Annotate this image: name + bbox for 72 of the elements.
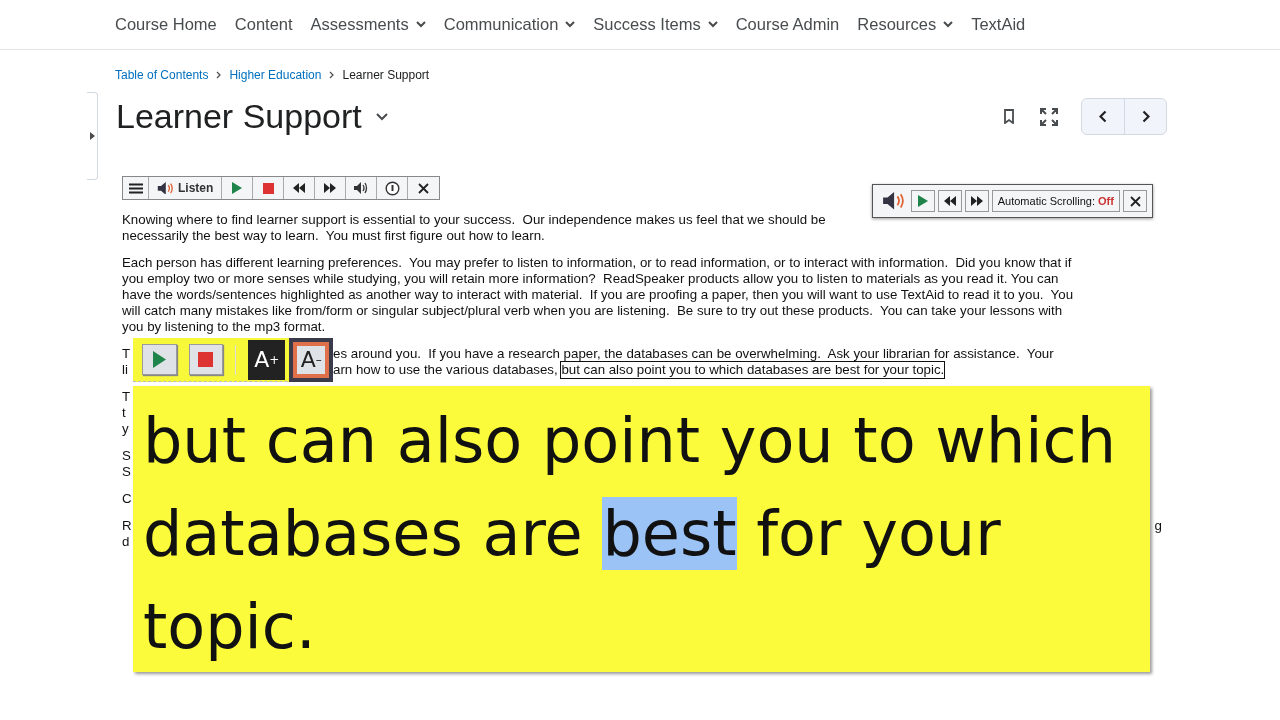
nav-item[interactable]: Communication (443, 14, 576, 34)
stop-icon (262, 182, 274, 194)
bookmark-icon[interactable] (1004, 109, 1014, 124)
nav-item[interactable]: Success Items (593, 14, 718, 34)
fast-forward-icon (970, 196, 983, 206)
stop-icon (198, 352, 214, 367)
play-icon (917, 195, 928, 207)
body-text: have the words/sentences highlighted as another way to interact with material. If you are proofing a paper, then you will want to use TextAid to read it to you. You (122, 287, 1074, 303)
nav-item[interactable]: Resources (857, 14, 954, 34)
nav-item[interactable]: TextAid (971, 14, 1026, 34)
chevron-down-icon (707, 20, 718, 28)
body-text: Knowing where to find learner support is essential to your success. Our independence makes us feel that we should be (122, 212, 826, 228)
fast-forward-button[interactable] (964, 190, 989, 212)
close-icon (418, 182, 430, 194)
nav-item[interactable]: Assessments (310, 14, 426, 34)
auto-scroll-toggle[interactable]: Automatic Scrolling: Off (991, 190, 1120, 212)
fast-forward-icon (324, 183, 337, 193)
body-text: T (122, 346, 132, 362)
increase-text-size-button[interactable]: A$^{+}$ (248, 339, 286, 380)
fullscreen-icon[interactable] (1040, 107, 1058, 126)
body-text: arn how to use the various databases, (333, 362, 559, 378)
page-title: Learner Support (116, 97, 362, 136)
breadcrumb-current: Learner Support (342, 68, 430, 82)
rewind-icon (293, 183, 306, 193)
chevron-right-icon (329, 71, 335, 79)
body-text: T (122, 389, 131, 405)
nav-item[interactable]: Course Admin (735, 14, 840, 34)
breadcrumb-link[interactable]: Higher Education (229, 68, 322, 82)
nav-item[interactable]: Course Home (115, 14, 217, 34)
body-text: d (122, 534, 130, 550)
body-text: you employ two or more senses while studying, you will retain more information? ReadSpeaker products allow you to listen to materials as you read it. You can (122, 271, 1059, 287)
rewind-icon (943, 196, 956, 206)
speaker-icon (881, 192, 904, 210)
chevron-down-icon (943, 20, 954, 28)
body-text: y (122, 421, 129, 437)
chevron-right-icon (1141, 110, 1150, 123)
speaker-icon (157, 181, 173, 195)
body-text: S (122, 464, 131, 480)
decrease-text-size-button[interactable]: A$^{–}$ (289, 337, 333, 382)
play-icon (152, 351, 166, 368)
play-icon (232, 182, 243, 194)
body-text: will catch many mistakes like from/form or singular subject/plural verb when you are listening. Be sure to try out these products. You can take your lessons with (122, 303, 1063, 319)
gauge-icon (384, 180, 400, 196)
body-text: g (1154, 518, 1162, 534)
body-text: you by listening to the mp3 format. (122, 319, 326, 335)
current-sentence: but can also point you to which databases are best for your topic. (561, 362, 945, 378)
body-text: necessarily the best way to learn. You must first figure out how to learn. (122, 228, 545, 244)
close-button[interactable] (1123, 190, 1147, 212)
play-button[interactable] (142, 344, 177, 375)
chevron-down-icon (565, 20, 576, 28)
body-text: Each person has different learning preferences. You may prefer to listen to information, or to read information, or to interact with information. Did you know that if (122, 255, 1072, 271)
play-button[interactable] (910, 190, 935, 212)
breadcrumb-link[interactable]: Table of Contents (115, 68, 209, 82)
volume-icon (354, 182, 369, 194)
body-text: es around you. If you have a research paper, the databases can be overwhelming. Ask your librarian for assistance. Your (333, 346, 1054, 362)
chevron-right-icon (216, 71, 222, 79)
close-icon (1129, 195, 1141, 207)
chevron-left-icon (1099, 110, 1107, 123)
body-text: li (122, 362, 129, 378)
menu-icon (128, 182, 143, 194)
reading-text: but can also point you to which databases are best for your topic. (143, 403, 1117, 665)
body-text: R (122, 518, 132, 534)
body-text: C (122, 491, 132, 507)
chevron-down-icon[interactable] (375, 112, 388, 121)
body-text: t (122, 405, 126, 421)
body-text: S (122, 448, 131, 464)
rewind-button[interactable] (937, 190, 962, 212)
chevron-down-icon (415, 20, 426, 28)
arrow-right-icon (89, 132, 95, 140)
stop-button[interactable] (188, 344, 224, 375)
nav-item[interactable]: Content (234, 14, 293, 34)
panel-toggle[interactable] (87, 92, 98, 180)
